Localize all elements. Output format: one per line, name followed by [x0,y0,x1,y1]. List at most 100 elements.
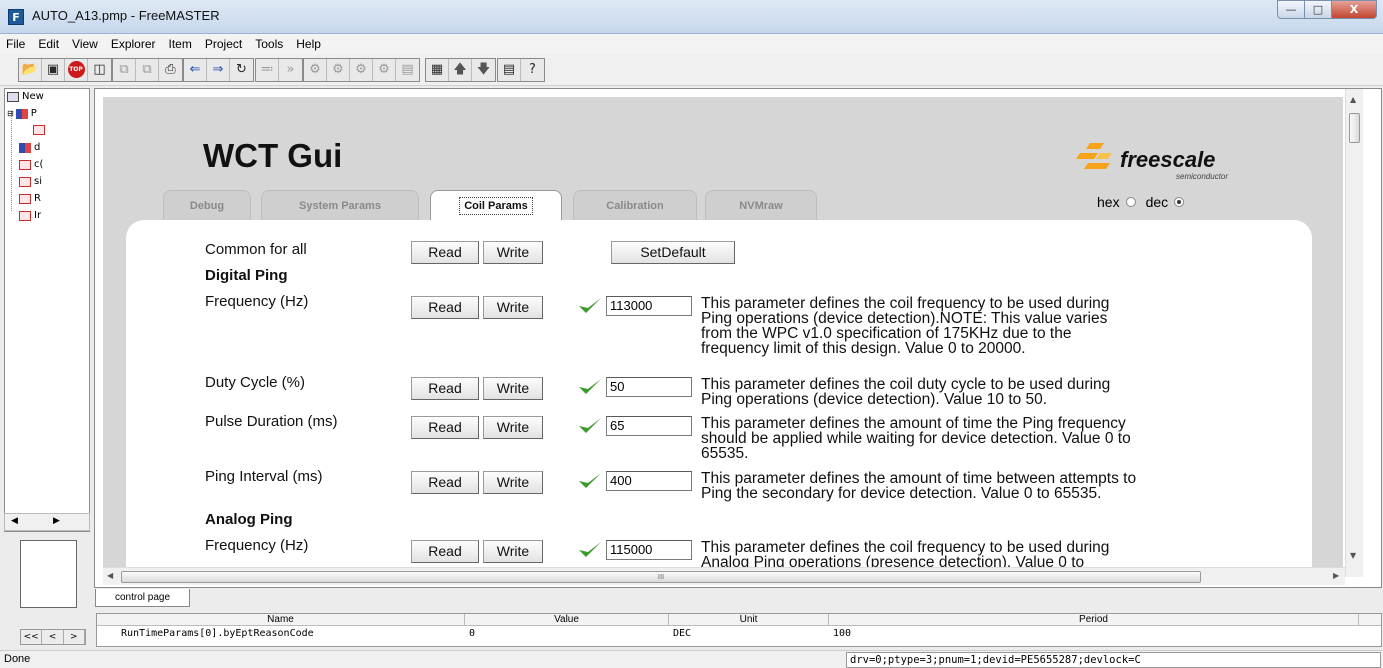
duty-cycle-input[interactable]: 50 [606,377,692,397]
scroll-left-icon[interactable]: ◀ [107,571,113,580]
minimize-button[interactable]: — [1277,0,1305,19]
horizontal-scrollbar[interactable]: ◀ III ▶ [103,567,1345,585]
pulse-duration-write-button[interactable]: Write [483,416,543,439]
scope-start-icon[interactable]: ⚙ [304,59,327,81]
ping-interval-write-button[interactable]: Write [483,471,543,494]
frequency-input[interactable]: 113000 [606,296,692,316]
column-value-header[interactable]: Value [465,614,669,626]
tree-item-r[interactable]: R [19,193,41,204]
duty-cycle-read-button[interactable]: Read [411,377,479,400]
variable-list-scroller[interactable]: << < > [20,629,86,645]
move-up-icon[interactable]: 🡅 [449,59,472,81]
vertical-scrollbar[interactable]: ▲ ▼ [1345,89,1363,577]
tree-item-sub[interactable] [33,125,48,135]
scroll-left-icon[interactable]: ◀ [11,516,18,526]
description-line: This parameter defines the amount of tim… [701,470,1137,487]
tree-horizontal-scrollbar[interactable]: ◀ ▶ [4,513,90,531]
tree-collapse-icon[interactable]: ⊟ [7,109,14,118]
tab-calibration[interactable]: Calibration [573,190,697,222]
scroll-down-icon[interactable]: ▼ [1350,551,1356,560]
column-name-header[interactable]: Name [97,614,465,626]
tab-control-page[interactable]: control page [95,589,190,607]
analog-frequency-read-button[interactable]: Read [411,540,479,563]
grid-icon[interactable]: ▦ [426,59,449,81]
tree-item-ir[interactable]: Ir [19,210,41,221]
properties-icon[interactable]: ▤ [498,59,521,81]
common-write-button[interactable]: Write [483,241,543,264]
menu-tools[interactable]: Tools [255,37,283,51]
hex-radio[interactable] [1125,197,1136,207]
close-button[interactable]: X [1331,0,1377,19]
pulse-duration-input[interactable]: 65 [606,416,692,436]
toolbar-group-order: ▦ 🡅 🡇 [425,58,496,82]
variable-list-panel[interactable] [20,540,77,608]
toolbar-group-nav: ⇐ ⇒ ↻ [183,58,254,82]
scroll-prev-button[interactable]: < [42,630,64,644]
refresh-icon[interactable]: ↻ [230,59,253,81]
common-read-button[interactable]: Read [411,241,479,264]
pulse-duration-read-button[interactable]: Read [411,416,479,439]
help-icon[interactable]: ? [521,59,544,81]
tab-label: Debug [189,200,225,212]
scroll-right-icon[interactable]: ▶ [53,516,60,526]
dec-radio[interactable] [1174,197,1185,207]
watch-icon[interactable]: ≕ [256,59,279,81]
set-default-button[interactable]: SetDefault [611,241,735,264]
menu-item[interactable]: Item [169,37,192,51]
tab-debug[interactable]: Debug [163,190,251,222]
tree-item-label: New [22,91,44,102]
tree-item-p[interactable]: ⊟ P [7,108,37,119]
tree-item-root[interactable]: New [7,91,44,102]
stop-icon[interactable]: TOP [65,59,88,81]
scroll-next-button[interactable]: > [64,630,85,644]
paste-icon[interactable]: ⧉ [136,59,159,81]
page-title: WCT Gui [203,137,343,174]
column-unit-header[interactable]: Unit [669,614,829,626]
menu-project[interactable]: Project [205,37,242,51]
tree-item-label: P [30,108,37,119]
tab-nvmraw[interactable]: NVMraw [705,190,817,222]
frequency-write-button[interactable]: Write [483,296,543,319]
recorder-stop-icon[interactable]: ⚙ [373,59,396,81]
menu-view[interactable]: View [72,37,98,51]
step-icon[interactable]: » [279,59,302,81]
ping-interval-read-button[interactable]: Read [411,471,479,494]
tree-item-d[interactable]: d [19,142,40,153]
recorder-icon[interactable]: ⚙ [350,59,373,81]
scope-icon [19,210,31,221]
scroll-first-button[interactable]: << [21,630,43,644]
duty-cycle-write-button[interactable]: Write [483,377,543,400]
tree-item-si[interactable]: si [19,176,42,187]
scope-icon [19,193,31,204]
analog-frequency-input[interactable]: 115000 [606,540,692,560]
open-folder-icon[interactable]: 📂 [19,59,42,81]
back-arrow-icon[interactable]: ⇐ [184,59,207,81]
maximize-button[interactable]: □ [1304,0,1332,19]
vertical-scroll-thumb[interactable] [1349,113,1360,143]
print-icon[interactable]: ⎙ [159,59,182,81]
copy-icon[interactable]: ⧉ [113,59,136,81]
cell-value: 0 [469,628,476,639]
frequency-read-button[interactable]: Read [411,296,479,319]
save-icon[interactable]: ▣ [42,59,65,81]
description-line: frequency limit of this design. Value 0 … [701,340,1026,357]
scroll-up-icon[interactable]: ▲ [1350,95,1356,104]
scroll-right-icon[interactable]: ▶ [1333,571,1339,580]
forward-arrow-icon[interactable]: ⇒ [207,59,230,81]
tab-system-params[interactable]: System Params [261,190,419,222]
description-line: Analog Ping operations (presence detecti… [701,554,1085,567]
board-detect-icon[interactable]: ◫ [88,59,111,81]
menu-bar: File Edit View Explorer Item Project Too… [0,34,1383,54]
menu-file[interactable]: File [6,37,25,51]
menu-edit[interactable]: Edit [38,37,59,51]
clipboard-icon[interactable]: ▤ [396,59,419,81]
tree-item-c[interactable]: c( [19,159,43,170]
scope-stop-icon[interactable]: ⚙ [327,59,350,81]
column-period-header[interactable]: Period [829,614,1359,626]
horizontal-scroll-thumb[interactable]: III [121,571,1201,583]
move-down-icon[interactable]: 🡇 [472,59,495,81]
analog-frequency-write-button[interactable]: Write [483,540,543,563]
menu-help[interactable]: Help [296,37,321,51]
menu-explorer[interactable]: Explorer [111,37,156,51]
ping-interval-input[interactable]: 400 [606,471,692,491]
